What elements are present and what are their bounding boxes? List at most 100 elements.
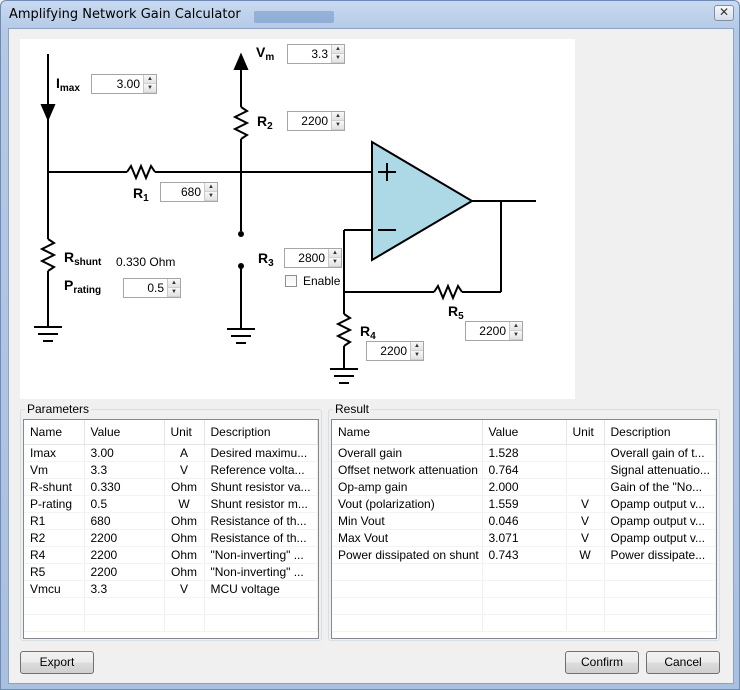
table-cell: V	[566, 495, 605, 513]
table-row[interactable]: Vout (polarization) 1.559 V Opamp output v.…	[332, 495, 716, 513]
r4-spinner[interactable]: 2200 ▲ ▼	[366, 341, 424, 361]
empty-row	[332, 563, 716, 581]
enable-checkbox[interactable]	[285, 275, 297, 287]
spin-down-icon[interactable]: ▼	[332, 121, 344, 130]
table-cell: 0.330	[84, 478, 165, 496]
table-cell: Overall gain of t...	[604, 444, 716, 462]
table-cell: 2.000	[482, 478, 567, 496]
table-row[interactable]: Vm 3.3 V Reference volta...	[24, 461, 318, 479]
cancel-button[interactable]: Cancel	[646, 651, 720, 674]
spin-down-icon[interactable]: ▼	[510, 331, 522, 340]
r3-value[interactable]: 2800	[285, 249, 328, 267]
r5-spinner[interactable]: 2200 ▲ ▼	[465, 321, 523, 341]
table-cell: Overall gain	[332, 444, 483, 462]
spin-up-icon[interactable]: ▲	[332, 45, 344, 54]
enable-label[interactable]: Enable	[303, 274, 340, 288]
result-list[interactable]: Name Value Unit Description Overall gain 1.5…	[331, 419, 717, 639]
close-icon[interactable]: ✕	[714, 5, 734, 21]
prating-value[interactable]: 0.5	[124, 279, 167, 297]
table-cell: "Non-inverting" ...	[204, 563, 318, 581]
table-row[interactable]: Overall gain 1.528 Overall gain of t...	[332, 444, 716, 462]
prating-spinner[interactable]: 0.5 ▲ ▼	[123, 278, 181, 298]
table-row[interactable]: R-shunt 0.330 Ohm Shunt resistor va...	[24, 478, 318, 496]
column-header[interactable]: Description	[604, 420, 716, 445]
spin-down-icon[interactable]: ▼	[144, 84, 156, 93]
spin-up-icon[interactable]: ▲	[144, 75, 156, 84]
column-header[interactable]: Description	[204, 420, 318, 445]
spin-up-icon[interactable]: ▲	[205, 183, 217, 192]
empty-cell	[604, 563, 716, 581]
table-row[interactable]: R5 2200 Ohm "Non-inverting" ...	[24, 563, 318, 581]
spin-down-icon[interactable]: ▼	[332, 54, 344, 63]
column-header[interactable]: Name	[332, 420, 483, 445]
table-row[interactable]: Vmcu 3.3 V MCU voltage	[24, 580, 318, 598]
table-row[interactable]: R2 2200 Ohm Resistance of th...	[24, 529, 318, 547]
table-row[interactable]: P-rating 0.5 W Shunt resistor m...	[24, 495, 318, 513]
spin-up-icon[interactable]: ▲	[332, 112, 344, 121]
table-row[interactable]: Power dissipated on shunt 0.743 W Power dis…	[332, 546, 716, 564]
result-title: Result	[333, 402, 372, 416]
table-row[interactable]: Max Vout 3.071 V Opamp output v...	[332, 529, 716, 547]
column-header[interactable]: Value	[84, 420, 165, 445]
r1-spinner[interactable]: 680 ▲ ▼	[160, 182, 218, 202]
spin-down-icon[interactable]: ▼	[205, 192, 217, 201]
empty-cell	[566, 580, 605, 598]
vm-value[interactable]: 3.3	[288, 45, 331, 63]
spin-up-icon[interactable]: ▲	[510, 322, 522, 331]
r5-value[interactable]: 2200	[466, 322, 509, 340]
empty-cell	[566, 563, 605, 581]
spin-down-icon[interactable]: ▼	[168, 288, 180, 297]
spin-up-icon[interactable]: ▲	[168, 279, 180, 288]
r1-value[interactable]: 680	[161, 183, 204, 201]
empty-row	[332, 597, 716, 615]
parameters-list[interactable]: Name Value Unit Description Imax 3.00 A Desire…	[23, 419, 319, 639]
column-header[interactable]: Value	[482, 420, 567, 445]
window-title: Amplifying Network Gain Calculator	[9, 7, 241, 22]
table-cell: 1.528	[482, 444, 567, 462]
column-header[interactable]: Unit	[164, 420, 205, 445]
imax-arrow-head	[40, 104, 56, 122]
table-cell: R2	[24, 529, 85, 547]
table-cell: Resistance of th...	[204, 512, 318, 530]
switch-contact-bottom	[238, 263, 244, 269]
r4-zigzag	[335, 313, 353, 347]
table-cell: Ohm	[164, 512, 205, 530]
table-cell: 0.5	[84, 495, 165, 513]
empty-cell	[566, 614, 605, 632]
imax-value[interactable]: 3.00	[92, 75, 143, 93]
confirm-button[interactable]: Confirm	[565, 651, 639, 674]
table-row[interactable]: Min Vout 0.046 V Opamp output v...	[332, 512, 716, 530]
table-cell: R4	[24, 546, 85, 564]
spin-up-icon[interactable]: ▲	[329, 249, 341, 258]
table-cell: V	[164, 461, 205, 479]
r2-value[interactable]: 2200	[288, 112, 331, 130]
table-cell: MCU voltage	[204, 580, 318, 598]
table-row[interactable]: Imax 3.00 A Desired maximu...	[24, 444, 318, 462]
r3-label: R3	[258, 250, 274, 269]
spin-down-icon[interactable]: ▼	[411, 351, 423, 360]
spin-down-icon[interactable]: ▼	[329, 258, 341, 267]
spin-up-icon[interactable]: ▲	[411, 342, 423, 351]
export-button[interactable]: Export	[20, 651, 94, 674]
empty-cell	[24, 597, 85, 615]
table-cell	[566, 444, 605, 462]
table-cell: Vm	[24, 461, 85, 479]
r2-spinner[interactable]: 2200 ▲ ▼	[287, 111, 345, 131]
table-row[interactable]: Offset network attenuation 0.764 Signal at…	[332, 461, 716, 479]
table-cell: R1	[24, 512, 85, 530]
empty-cell	[84, 597, 165, 615]
vm-spinner[interactable]: 3.3 ▲ ▼	[287, 44, 345, 64]
r4-value[interactable]: 2200	[367, 342, 410, 360]
table-row[interactable]: R1 680 Ohm Resistance of th...	[24, 512, 318, 530]
table-row[interactable]: Op-amp gain 2.000 Gain of the "No...	[332, 478, 716, 496]
table-cell: Signal attenuatio...	[604, 461, 716, 479]
imax-spinner[interactable]: 3.00 ▲ ▼	[91, 74, 157, 94]
table-row[interactable]: R4 2200 Ohm "Non-inverting" ...	[24, 546, 318, 564]
r4-label: R4	[360, 323, 376, 342]
vm-arrow-head	[233, 52, 249, 70]
column-header[interactable]: Name	[24, 420, 85, 445]
r1-zigzag	[126, 163, 156, 181]
table-cell: 2200	[84, 563, 165, 581]
column-header[interactable]: Unit	[566, 420, 605, 445]
r3-spinner[interactable]: 2800 ▲ ▼	[284, 248, 342, 268]
